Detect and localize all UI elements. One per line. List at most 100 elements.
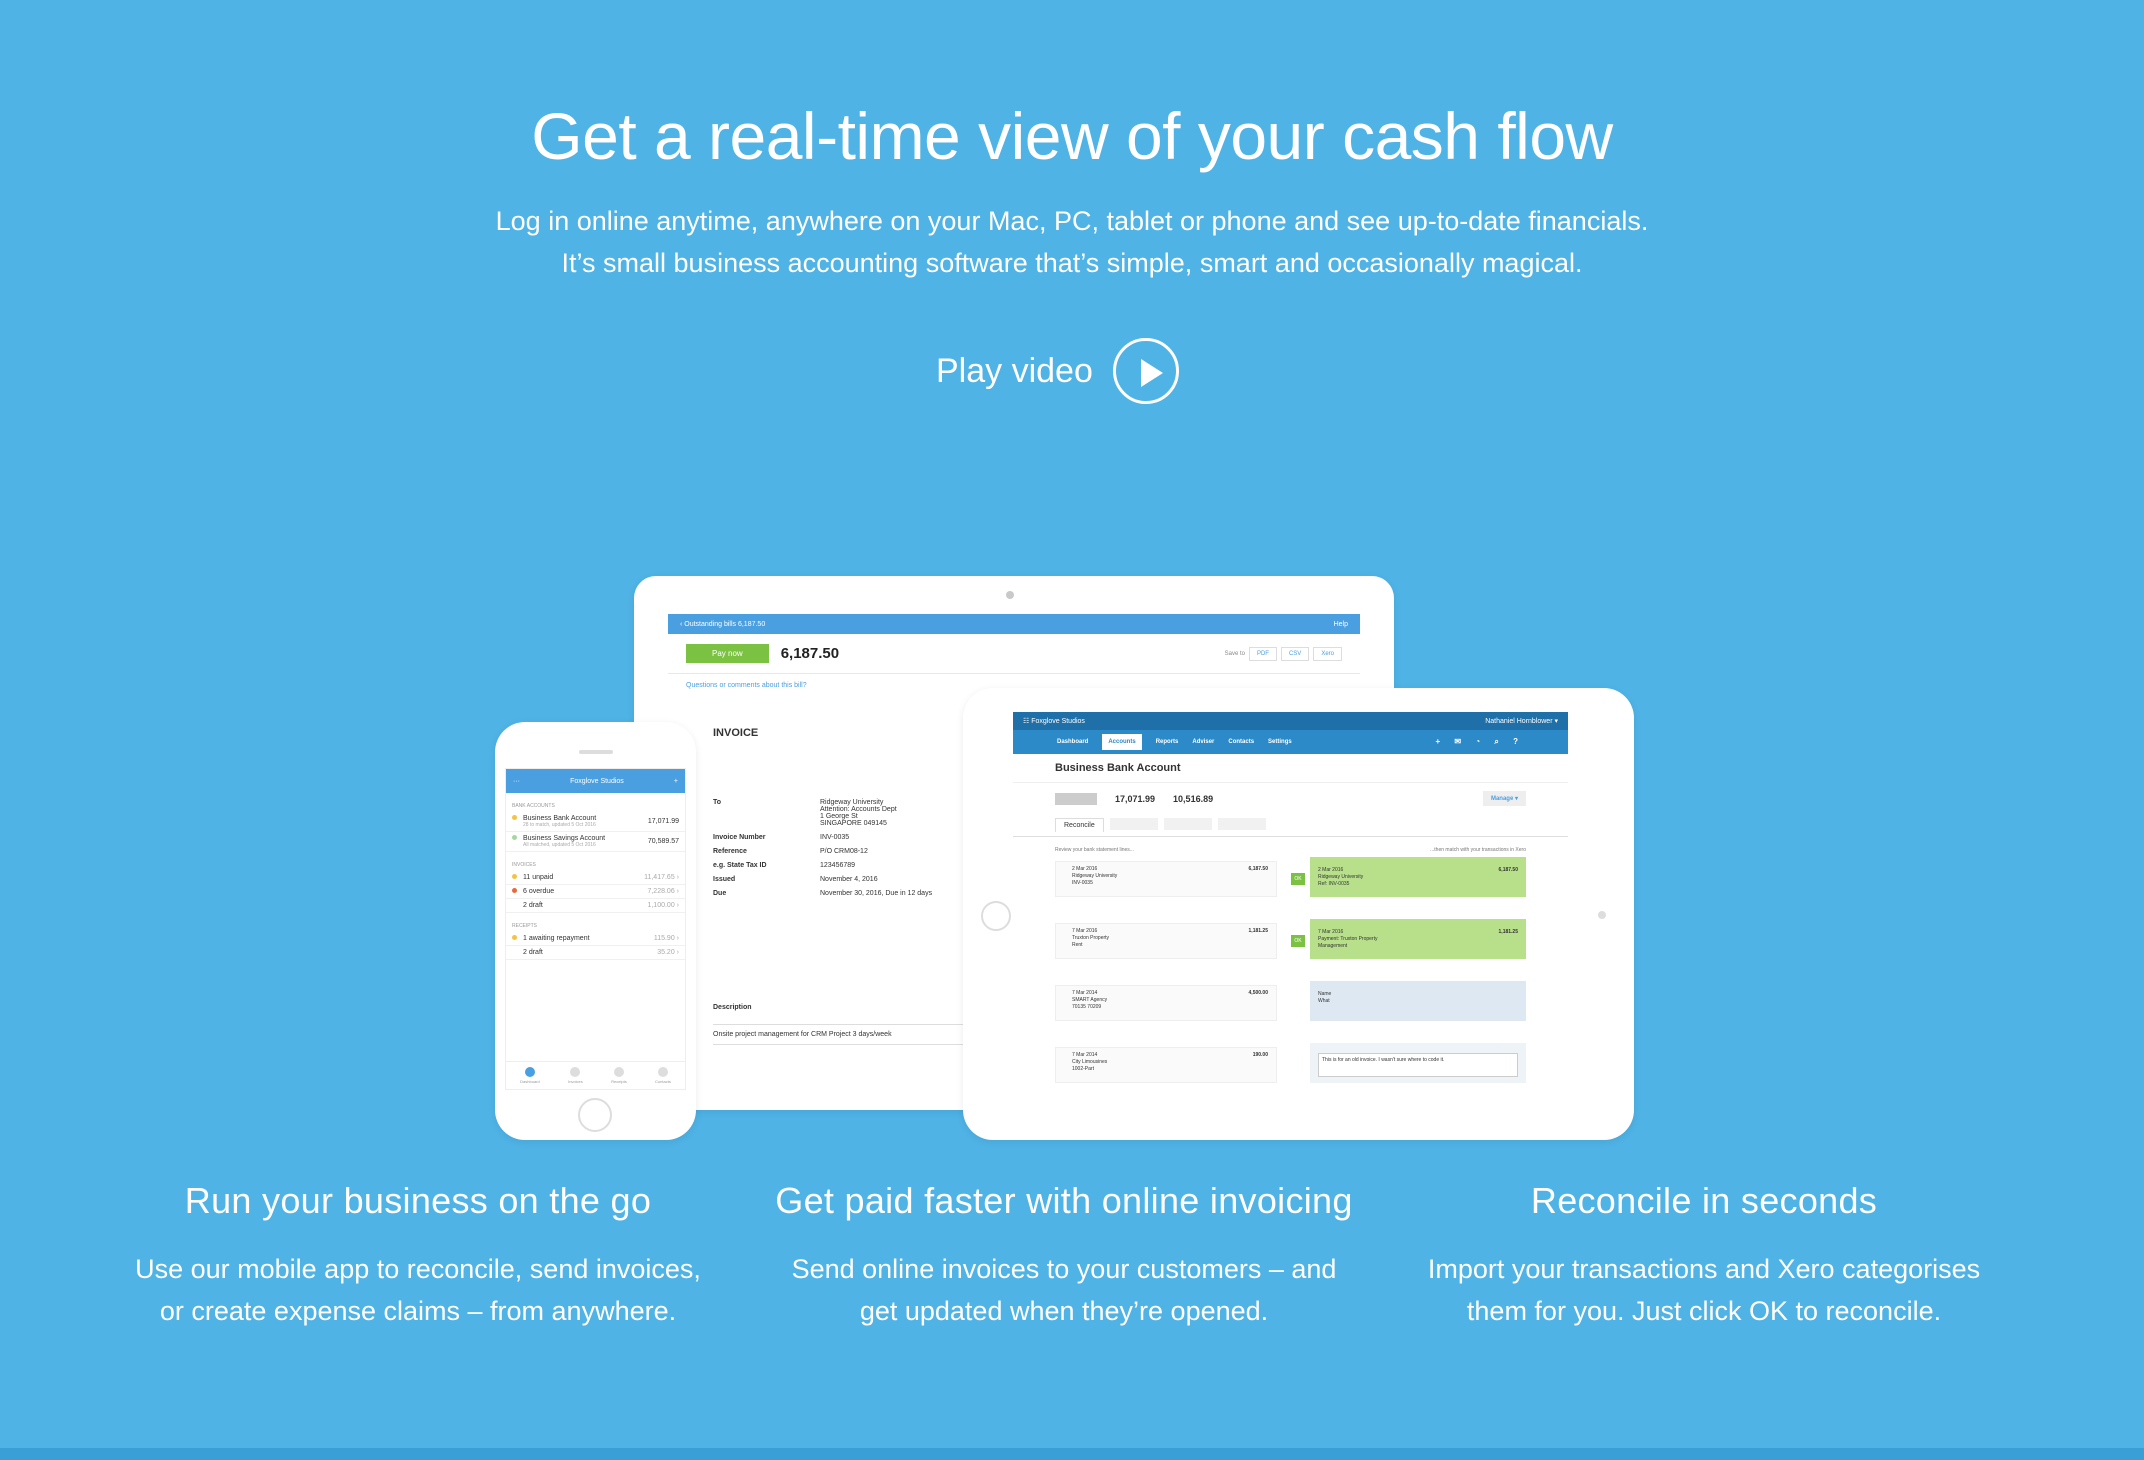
- feature-title: Get paid faster with online invoicing: [775, 1180, 1353, 1221]
- nav-reports: Reports: [1155, 739, 1179, 745]
- feature-text-line-2: or create expense claims – from anywhere…: [159, 1296, 677, 1326]
- nav-settings: Settings: [1268, 739, 1292, 745]
- list-item-label: 2 draft: [512, 902, 543, 909]
- statement-text: Ridgeway University: [1072, 873, 1118, 879]
- reconcile-rows: 2 Mar 2016 Ridgeway University INV-0035 6,1…: [1013, 857, 1568, 1105]
- phone-tab-bar: Dashboard Invoices Receipts Contacts: [506, 1061, 685, 1089]
- list-item: 6 overdue 7,228.06 ›: [506, 885, 685, 899]
- list-item-label: 1 awaiting repayment: [512, 935, 590, 942]
- list-item-value: 115.90 ›: [653, 935, 679, 942]
- tab-label: Invoices: [568, 1079, 583, 1084]
- list-item-label: Business Savings Account All matched, upd…: [512, 835, 605, 848]
- statement-line: 7 Mar 2016 Truxton Property Rent 1,181.25: [1055, 923, 1277, 959]
- receipts-icon: [613, 1067, 624, 1077]
- feature-reconcile: Reconcile in seconds Import your transac…: [1394, 1180, 2014, 1332]
- statement-text: Truxton Property: [1072, 935, 1110, 941]
- tab-placeholder: [1109, 818, 1158, 830]
- balance-2: 10,516.89: [1173, 793, 1214, 804]
- field-key: Due: [713, 890, 727, 897]
- statement-text: 70135 70209: [1072, 1004, 1102, 1010]
- section-bank-accounts: Bank accounts: [512, 803, 555, 809]
- tab-dashboard: Dashboard: [520, 1067, 540, 1084]
- tablet-nav: Dashboard Accounts Reports Adviser Contacts S…: [1013, 730, 1568, 754]
- tab-label: Dashboard: [520, 1079, 540, 1084]
- field-key: To: [713, 799, 722, 806]
- section-invoices: Invoices: [512, 862, 536, 868]
- field-key: Reference: [713, 848, 747, 855]
- hero-subtitle-line-2: It’s small business accounting software …: [561, 248, 1583, 278]
- feature-text-line-1: Use our mobile app to reconcile, send in…: [135, 1254, 701, 1284]
- help-link: Help: [1333, 620, 1348, 628]
- home-button: [578, 1098, 612, 1132]
- reconcile-row: 2 Mar 2016 Ridgeway University INV-0035 6,1…: [1055, 857, 1526, 919]
- save-to-group: Save to PDF CSV Xero: [1224, 646, 1342, 661]
- save-pdf: PDF: [1248, 646, 1277, 661]
- hint-left: Review your bank statement lines...: [1055, 847, 1134, 853]
- hero-subtitle-line-1: Log in online anytime, anywhere on your …: [495, 206, 1649, 236]
- feature-invoicing: Get paid faster with online invoicing Se…: [754, 1180, 1374, 1332]
- feature-mobile: Run your business on the go Use our mobi…: [108, 1180, 728, 1332]
- phone-screen: ··· Foxglove Studios + Bank accounts Bus…: [505, 768, 686, 1090]
- home-button: [981, 901, 1011, 931]
- feature-text: Import your transactions and Xero catego…: [1394, 1248, 2014, 1332]
- receipt-list: 1 awaiting repayment 115.90 › 2 draft 35.20…: [506, 932, 685, 960]
- menu-icon: ···: [513, 777, 520, 785]
- statement-text: 7 Mar 2014: [1072, 990, 1098, 996]
- reconcile-row: 7 Mar 2014 City Limousines 1002-Part 190.00…: [1055, 1043, 1526, 1105]
- tab-invoices: Invoices: [568, 1067, 583, 1084]
- match-amount: 1,181.25: [1498, 929, 1518, 935]
- feature-title: Reconcile in seconds: [1530, 1180, 1878, 1221]
- status-dot-icon: [512, 888, 517, 893]
- dashboard-icon: [524, 1067, 535, 1077]
- tab-label: Receipts: [611, 1079, 627, 1084]
- match-panel: 2 Mar 2016 Ridgeway University Ref: INV-…: [1310, 857, 1526, 897]
- invoice-top-bar: ‹ Outstanding bills 6,187.50 Help: [668, 614, 1360, 634]
- balance-row: 17,071.99 10,516.89 Manage ▾: [1013, 783, 1568, 814]
- status-dot-icon: [512, 874, 517, 879]
- reconcile-hints: Review your bank statement lines... ...t…: [1013, 837, 1568, 857]
- tablet-top-bar: ☷ Foxglove Studios Nathaniel Hornblower …: [1013, 712, 1568, 730]
- statement-text: 7 Mar 2016: [1072, 928, 1098, 934]
- statement-line: 7 Mar 2014 City Limousines 1002-Part 190.00: [1055, 1047, 1277, 1083]
- play-video-button[interactable]: Play video: [936, 338, 1179, 404]
- bottom-divider: [0, 1448, 2144, 1460]
- statement-line: 7 Mar 2014 SMART Agency 70135 70209 4,500.0…: [1055, 985, 1277, 1021]
- bank-account-list: Business Bank Account 28 to match, update…: [506, 812, 685, 852]
- invoice-amount: 6,187.50: [780, 645, 840, 662]
- save-xero: Xero: [1313, 646, 1342, 661]
- tab-contacts: Contacts: [655, 1067, 671, 1084]
- statement-amount: 6,187.50: [1248, 866, 1268, 872]
- camera-dot: [1006, 591, 1014, 599]
- list-item: Business Savings Account All matched, upd…: [506, 832, 685, 852]
- list-item-label: 2 draft: [512, 949, 543, 956]
- statement-amount: 1,181.25: [1248, 928, 1268, 934]
- statement-text: INV-0035: [1072, 880, 1093, 886]
- contacts-icon: [657, 1067, 668, 1077]
- list-item: 11 unpaid 11,417.65 ›: [506, 871, 685, 885]
- list-item: 1 awaiting repayment 115.90 ›: [506, 932, 685, 946]
- match-text: 7 Mar 2016 Payment: Truxton Property Man…: [1318, 929, 1378, 949]
- play-circle-icon[interactable]: [1112, 338, 1179, 404]
- feature-text-line-1: Import your transactions and Xero catego…: [1427, 1254, 1981, 1284]
- invoice-header: Pay now 6,187.50 Save to PDF CSV Xero: [668, 634, 1360, 674]
- tab-label: Contacts: [655, 1079, 671, 1084]
- statement-text: City Limousines: [1072, 1059, 1108, 1065]
- balance-placeholder: [1055, 792, 1097, 805]
- plus-icon: +: [673, 777, 678, 785]
- match-text: This is for an old invoice. I wasn't sur…: [1318, 1053, 1518, 1077]
- play-video-label[interactable]: Play video: [936, 352, 1093, 391]
- org-name: Foxglove Studios: [570, 777, 624, 785]
- feature-text-line-2: them for you. Just click OK to reconcile…: [1466, 1296, 1942, 1326]
- tab-reconcile: Reconcile: [1055, 818, 1104, 832]
- tab-placeholder: [1217, 818, 1266, 830]
- feature-text: Use our mobile app to reconcile, send in…: [108, 1248, 728, 1332]
- reconcile-tabs: Reconcile: [1013, 814, 1568, 837]
- manage-button: Manage ▾: [1482, 791, 1526, 806]
- save-to-label: Save to: [1224, 650, 1245, 657]
- save-csv: CSV: [1280, 646, 1310, 661]
- list-item-value: 70,589.57: [647, 838, 679, 845]
- match-panel: 7 Mar 2016 Payment: Truxton Property Man…: [1310, 919, 1526, 959]
- hint-right: ...then match with your transactions in …: [1430, 847, 1526, 853]
- list-item-value: 11,417.65 ›: [644, 874, 679, 881]
- statement-amount: 190.00: [1252, 1052, 1268, 1058]
